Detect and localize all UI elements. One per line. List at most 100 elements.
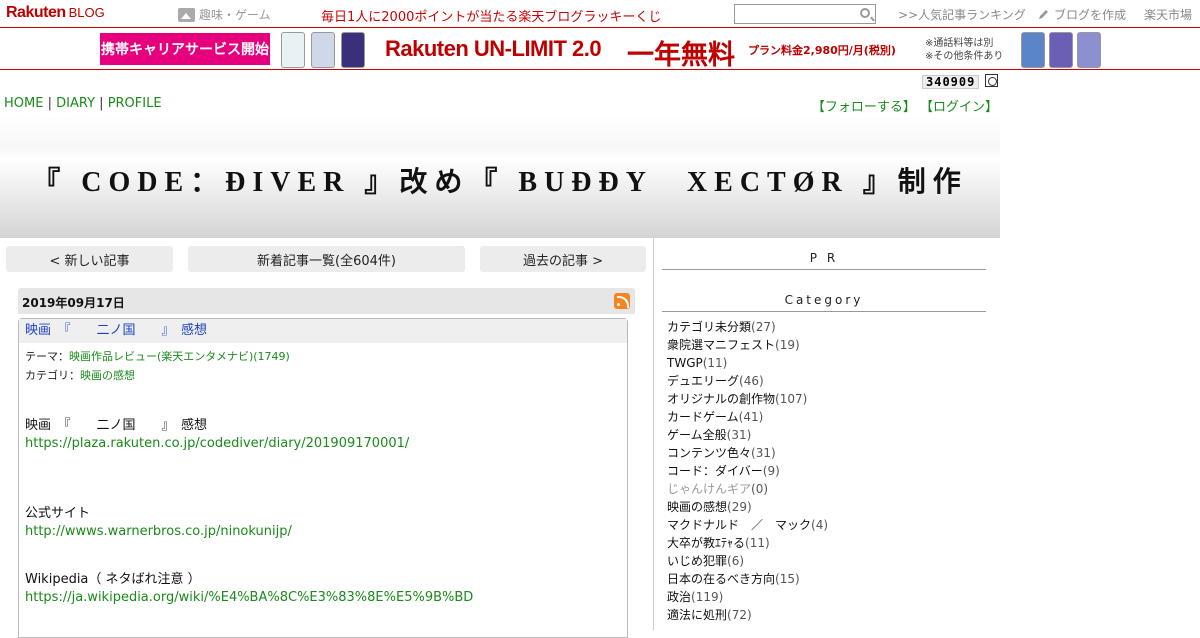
- nav-home[interactable]: HOME: [4, 96, 43, 111]
- category-count: (9): [762, 464, 780, 478]
- category-name: カードゲーム: [667, 410, 739, 424]
- entry-date: 2019年09月17日: [22, 296, 125, 310]
- category-count: (107): [775, 392, 808, 406]
- category-item[interactable]: デュエリーグ(46): [667, 372, 987, 390]
- theme-link[interactable]: 映画作品レビュー(楽天エンタメナビ)(1749): [69, 350, 290, 363]
- category-item[interactable]: TWGP(11): [667, 354, 987, 372]
- phone-image: [311, 32, 335, 68]
- genre-link[interactable]: 趣味・ゲーム: [178, 6, 271, 23]
- category-count: (29): [727, 500, 752, 514]
- picture-icon: [178, 7, 195, 22]
- ranking-link[interactable]: >>人気記事ランキング: [898, 6, 1026, 23]
- logo-blog: BLOG: [68, 5, 105, 20]
- category-name: コンテンツ色々: [667, 446, 752, 460]
- category-count: (31): [751, 446, 776, 460]
- pencil-icon: [1039, 10, 1048, 19]
- entry-category: カテゴリ：映画の感想: [25, 367, 135, 383]
- category-name: 映画の感想: [667, 500, 728, 514]
- ad-banner[interactable]: 携帯キャリアサービス開始 Rakuten UN-LIMIT 2.0 一年無料 プ…: [0, 29, 1200, 71]
- category-count: (72): [727, 608, 752, 622]
- entry-link-wikipedia[interactable]: https://ja.wikipedia.org/wiki/%E4%BA%8C%…: [25, 590, 473, 605]
- rss-icon[interactable]: [614, 293, 630, 309]
- theme-label: テーマ：: [25, 350, 69, 363]
- ad-note-2: ※その他条件あり: [925, 51, 1004, 62]
- logo-brand: Rakuten: [6, 4, 66, 21]
- category-count: (41): [738, 410, 764, 424]
- search-input[interactable]: [734, 4, 876, 24]
- rakuten-blog-logo[interactable]: Rakuten BLOG: [6, 4, 105, 24]
- entry-theme: テーマ：映画作品レビュー(楽天エンタメナビ)(1749): [25, 348, 290, 364]
- newer-entry-button[interactable]: < 新しい記事: [6, 246, 173, 272]
- category-item[interactable]: いじめ犯罪(6): [667, 552, 987, 570]
- blog-title[interactable]: 『 CODE：ÐIVER 』改め『 BUÐÐY XECTØR 』制作: [0, 160, 1000, 200]
- lucky-lottery-link[interactable]: 毎日1人に2000ポイントが当たる楽天ブログラッキーくじ: [321, 6, 661, 25]
- category-name: マクドナルド ／ マック: [667, 518, 812, 532]
- sidebar-pr-heading: P R: [662, 251, 986, 270]
- category-item[interactable]: 衆院選マニフェスト(19): [667, 336, 987, 354]
- nav-separator: |: [99, 96, 104, 111]
- search-icon[interactable]: [860, 8, 870, 18]
- category-item[interactable]: 適法に処刑(72): [667, 606, 987, 624]
- category-name: TWGP: [667, 356, 703, 370]
- category-count: (31): [726, 428, 752, 442]
- official-site-label: 公式サイト: [25, 506, 91, 521]
- category-list: カテゴリ未分類(27) 衆院選マニフェスト(19) TWGP(11) デュエリーグ(4…: [667, 318, 987, 624]
- entry-date-bar: 2019年09月17日: [18, 288, 635, 314]
- ad-price: プラン料金2,980円/月(税別): [748, 44, 896, 57]
- category-name: カテゴリ未分類: [667, 320, 752, 334]
- ad-free-text: 一年無料: [627, 40, 735, 71]
- category-item[interactable]: 政治(119): [667, 588, 987, 606]
- category-item[interactable]: コンテンツ色々(31): [667, 444, 987, 462]
- category-item[interactable]: コード：ダイバー(9): [667, 462, 987, 480]
- category-count: (11): [702, 356, 728, 370]
- create-blog-link[interactable]: ブログを作成: [1038, 6, 1126, 23]
- category-item[interactable]: 日本の在るべき方向(15): [667, 570, 987, 588]
- follow-login: 【フォローする】 【ログイン】: [812, 96, 998, 115]
- rakuten-market-link[interactable]: 楽天市場: [1144, 6, 1192, 23]
- category-item[interactable]: 大卒が教ｴﾃｬる(11): [667, 534, 987, 552]
- category-name: 日本の在るべき方向: [667, 572, 776, 586]
- top-bar: Rakuten BLOG 趣味・ゲーム 毎日1人に2000ポイントが当たる楽天ブ…: [0, 0, 1200, 28]
- category-count: (6): [727, 554, 745, 568]
- entry-title[interactable]: 映画 『 二ノ国 』 感想: [19, 319, 627, 343]
- entry-link-diary[interactable]: https://plaza.rakuten.co.jp/codediver/di…: [25, 436, 409, 451]
- phone-image: [281, 32, 305, 68]
- category-name: 衆院選マニフェスト: [667, 338, 776, 352]
- category-item[interactable]: カードゲーム(41): [667, 408, 987, 426]
- category-link[interactable]: 映画の感想: [80, 369, 135, 382]
- category-item[interactable]: オリジナルの創作物(107): [667, 390, 987, 408]
- category-name: ゲーム全般: [667, 428, 727, 442]
- category-count: (15): [775, 572, 800, 586]
- entry-link-official[interactable]: http://wwws.warnerbros.co.jp/ninokunijp/: [25, 524, 292, 539]
- entry-list-button[interactable]: 新着記事一覧(全604件): [188, 246, 465, 272]
- entry-body-heading: 映画 『 二ノ国 』 感想: [25, 418, 208, 433]
- genre-label: 趣味・ゲーム: [199, 8, 271, 22]
- category-item[interactable]: マクドナルド ／ マック(4): [667, 516, 987, 534]
- nav-diary[interactable]: DIARY: [56, 96, 95, 111]
- wikipedia-label: Wikipedia（ ネタばれ注意 ）: [25, 572, 201, 587]
- older-entry-button[interactable]: 過去の記事 >: [480, 246, 646, 272]
- counter-icon[interactable]: [985, 74, 998, 87]
- category-label: カテゴリ：: [25, 369, 80, 382]
- blog-header: 『 CODE：ÐIVER 』改め『 BUÐÐY XECTØR 』制作: [0, 116, 1000, 238]
- nav-profile[interactable]: PROFILE: [108, 96, 162, 111]
- category-name: 大卒が教ｴﾃｬる: [667, 536, 746, 550]
- category-item[interactable]: ゲーム全般(31): [667, 426, 987, 444]
- follow-link[interactable]: 【フォローする】: [812, 100, 916, 115]
- nav-separator: |: [47, 96, 52, 111]
- login-link[interactable]: 【ログイン】: [920, 100, 998, 115]
- category-item[interactable]: じゃんけんギア(0): [667, 480, 987, 498]
- category-item[interactable]: カテゴリ未分類(27): [667, 318, 987, 336]
- category-count: (0): [751, 482, 769, 496]
- ad-notes: ※通話料等は別 ※その他条件あり: [925, 37, 1003, 63]
- category-name: 政治: [667, 590, 692, 604]
- category-name: いじめ犯罪: [667, 554, 728, 568]
- category-name: デュエリーグ: [667, 374, 740, 388]
- column-divider: [653, 238, 654, 630]
- category-count: (46): [739, 374, 764, 388]
- ad-note-1: ※通話料等は別: [925, 38, 994, 49]
- access-counter: 340909: [922, 75, 980, 89]
- diary-entry: 映画 『 二ノ国 』 感想 テーマ：映画作品レビュー(楽天エンタメナビ)(174…: [18, 318, 628, 638]
- ad-badge: 携帯キャリアサービス開始: [100, 33, 270, 65]
- category-item[interactable]: 映画の感想(29): [667, 498, 987, 516]
